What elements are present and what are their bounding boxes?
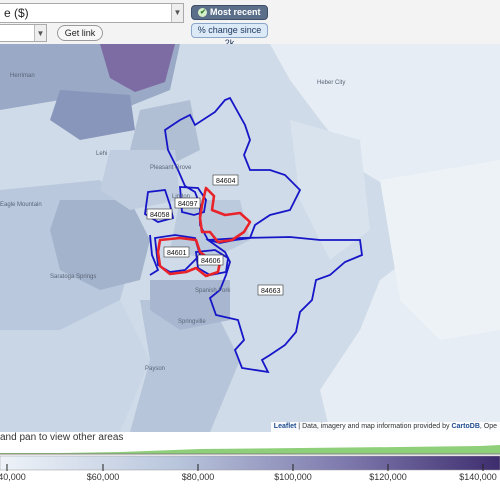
pct-change-toggle[interactable]: % change since 2k xyxy=(191,23,268,48)
place-label: Pleasant Grove xyxy=(150,165,192,171)
most-recent-toggle[interactable]: ✔ Most recent value xyxy=(191,5,268,30)
choropleth-map[interactable]: 84604 84097 84058 84601 84606 84663 Herr… xyxy=(0,44,500,432)
place-label: Saratoga Springs xyxy=(50,274,96,280)
legend-tick-labels: 40,000 $60,000 $80,000 $100,000 $120,000… xyxy=(0,472,500,486)
place-label: Payson xyxy=(145,366,165,372)
chevron-down-icon: ▼ xyxy=(34,25,46,41)
legend-tick-label: $120,000 xyxy=(369,472,407,482)
legend-tick-label: $60,000 xyxy=(86,472,120,482)
legend-tick-label: 40,000 xyxy=(0,472,26,482)
check-icon: ✔ xyxy=(198,8,208,18)
zip-label-84663: 84663 xyxy=(257,284,284,296)
svg-text:84058: 84058 xyxy=(150,212,170,219)
place-label: Eagle Mountain xyxy=(0,202,42,208)
zip-label-84606: 84606 xyxy=(197,254,224,266)
place-label: Heber City xyxy=(317,80,345,86)
metric-select-value: e ($) xyxy=(4,6,29,20)
place-label: Herriman xyxy=(10,73,35,79)
svg-text:84604: 84604 xyxy=(216,178,236,185)
histogram-fill xyxy=(0,445,500,454)
zip-label-84604: 84604 xyxy=(212,174,239,186)
place-label: Lehi xyxy=(96,151,107,157)
cartodb-link[interactable]: CartoDB xyxy=(451,423,479,430)
legend-instruction: and pan to view other areas xyxy=(0,432,124,443)
legend-tick-label: $80,000 xyxy=(181,472,215,482)
place-label: Springville xyxy=(178,319,206,325)
svg-text:84601: 84601 xyxy=(167,250,187,257)
chevron-down-icon: ▼ xyxy=(171,4,183,22)
toolbar: e ($) ▼ ▼ Get link ✔ Most recent value %… xyxy=(0,0,500,48)
attribution-text: | Data, imagery and map information prov… xyxy=(296,423,452,430)
legend-tick-label: $100,000 xyxy=(274,472,312,482)
place-label: Spanish Fork xyxy=(195,288,231,294)
zip-label-84058: 84058 xyxy=(146,208,173,220)
map-view[interactable]: 84604 84097 84058 84601 84606 84663 Herr… xyxy=(0,44,500,432)
area-select[interactable]: ▼ xyxy=(0,24,47,42)
metric-select[interactable]: e ($) ▼ xyxy=(0,3,184,23)
get-link-button[interactable]: Get link xyxy=(57,25,103,41)
get-link-label: Get link xyxy=(64,28,96,38)
place-label: Lindon xyxy=(172,194,190,200)
svg-text:84097: 84097 xyxy=(178,201,198,208)
map-attribution: Leaflet | Data, imagery and map informat… xyxy=(270,422,500,432)
svg-text:84663: 84663 xyxy=(261,288,281,295)
zip-label-84601: 84601 xyxy=(163,246,190,258)
color-ramp xyxy=(0,455,500,471)
attribution-tail: , Ope xyxy=(479,423,497,430)
leaflet-link[interactable]: Leaflet xyxy=(274,423,297,430)
svg-text:84606: 84606 xyxy=(201,258,221,265)
legend-tick-label: $140,000 xyxy=(459,472,497,482)
legend-panel: and pan to view other areas 40,000 $60,0… xyxy=(0,432,500,500)
